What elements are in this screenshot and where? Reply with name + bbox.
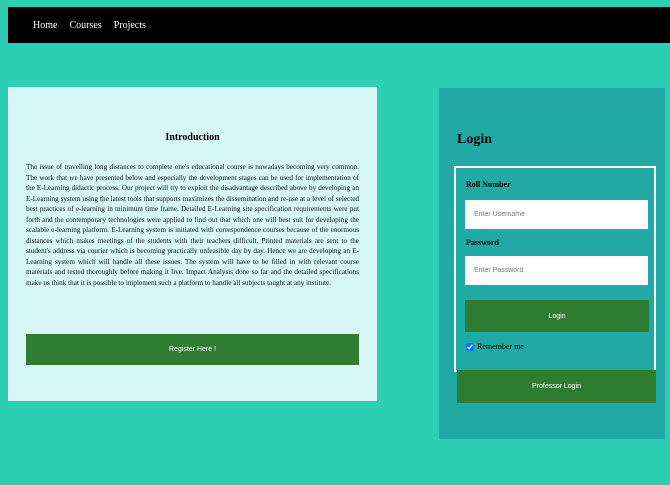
login-panel: Login Roll Number Password Login Remembe… <box>439 88 665 439</box>
login-form: Roll Number Password Login Remember me <box>454 166 656 372</box>
nav-home-link[interactable]: Home <box>33 20 57 31</box>
password-input[interactable] <box>465 256 648 285</box>
nav-courses-link[interactable]: Courses <box>69 20 101 31</box>
remember-me-row[interactable]: Remember me <box>466 342 524 351</box>
register-button[interactable]: Register Here ! <box>26 334 359 365</box>
roll-number-label: Roll Number <box>466 180 511 189</box>
introduction-title: Introduction <box>165 132 220 143</box>
login-button[interactable]: Login <box>465 300 649 332</box>
username-input[interactable] <box>465 200 648 229</box>
top-navbar: Home Courses Projects <box>8 7 670 43</box>
introduction-text: The issue of travelling long distances t… <box>26 163 359 287</box>
password-label: Password <box>466 238 499 247</box>
professor-login-button[interactable]: Professor Login <box>457 370 656 403</box>
remember-me-checkbox[interactable] <box>466 342 474 351</box>
nav-projects-link[interactable]: Projects <box>114 20 146 31</box>
login-title: Login <box>457 132 493 147</box>
remember-me-label: Remember me <box>477 342 524 351</box>
